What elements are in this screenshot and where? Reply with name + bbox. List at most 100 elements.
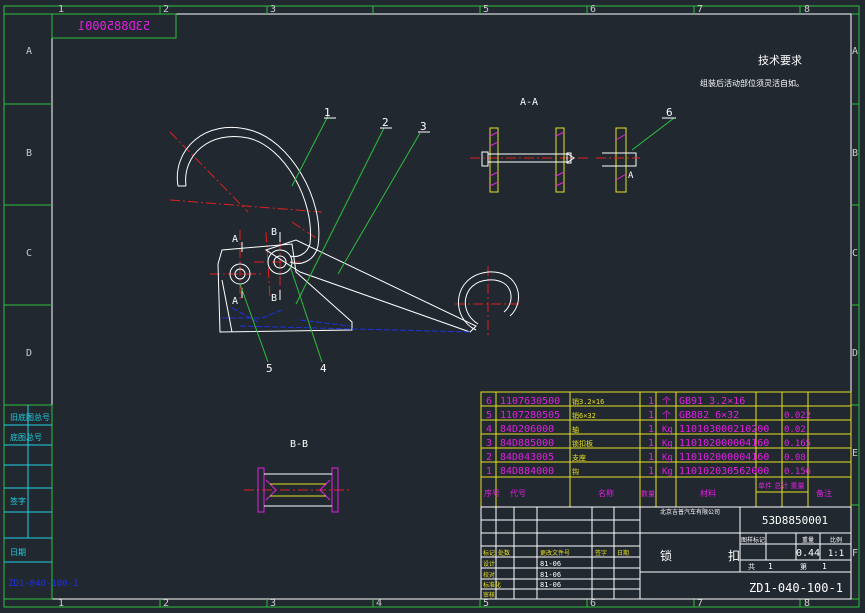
- side-label: 签字: [10, 496, 26, 506]
- bom-cell-qty: 1: [648, 424, 654, 435]
- section-mark: B: [271, 293, 277, 304]
- bom-cell-qty: 1: [648, 396, 654, 407]
- row-label: B: [26, 148, 32, 159]
- col-label: 5: [483, 598, 489, 609]
- bom-cell-qty: 1: [648, 452, 654, 463]
- bom-header-qty: 数量: [641, 489, 655, 498]
- col-label: 3: [270, 598, 276, 609]
- col-label: 2: [163, 598, 169, 609]
- bom-cell-name: 轴: [572, 425, 579, 434]
- rev-label: 签字: [595, 549, 607, 557]
- bom-cell-wt: 0.156: [784, 467, 811, 477]
- bom-cell-no: 1: [486, 466, 492, 477]
- section-mark: B: [271, 227, 277, 238]
- bom-cell-wt: 0.165: [784, 439, 811, 449]
- col-label: 6: [590, 598, 596, 609]
- col-label: 3: [270, 4, 276, 15]
- row-label: F: [852, 548, 858, 559]
- bom-cell-name: 钩: [572, 467, 579, 476]
- sheet-label: 共: [748, 562, 755, 571]
- col-label: 2: [163, 4, 169, 15]
- company-name: 北京吉普汽车有限公司: [660, 508, 720, 516]
- row-label: C: [852, 248, 858, 259]
- col-label: 7: [697, 598, 703, 609]
- bom-cell-code: 84D884000: [500, 466, 554, 477]
- side-label: 旧底图总号: [10, 412, 50, 422]
- bom-cell-no: 5: [486, 410, 492, 421]
- bom-cell-code: 84D043005: [500, 452, 554, 463]
- row-label: B: [852, 148, 858, 159]
- col-label: 1: [58, 598, 64, 609]
- side-code: ZD1-040-100-1: [8, 579, 78, 589]
- bom-cell-name: 销6×32: [572, 411, 596, 420]
- bom-cell-unit: Kg: [662, 453, 673, 463]
- side-label: 底图总号: [10, 432, 42, 442]
- sheet-total: 1: [768, 562, 773, 571]
- section-aa-title: A-A: [520, 97, 538, 108]
- col-label: 4: [376, 598, 382, 609]
- callout-2: 2: [382, 116, 389, 129]
- bom-row: 3 84D885000 锁扣板 1 Kg 110102000004160 0.165: [486, 438, 811, 449]
- row-label: D: [26, 348, 32, 359]
- bom-cell-wt: 0.08: [784, 453, 806, 463]
- bom-header-no: 序号: [484, 488, 500, 498]
- stamp-code: 53D8850001: [78, 19, 150, 33]
- bom-cell-unit: Kg: [662, 425, 673, 435]
- tech-title: 技术要求: [758, 54, 802, 67]
- date-value: 81-06: [540, 581, 561, 589]
- section-mark: A: [232, 296, 238, 307]
- col-head: 重量: [802, 536, 814, 544]
- col-label: 8: [804, 4, 810, 15]
- bom-cell-name: 支座: [572, 453, 586, 462]
- section-mark: A: [232, 234, 238, 245]
- callout-5: 5: [266, 362, 273, 375]
- col-head: 比例: [830, 536, 842, 544]
- row-label: A: [852, 46, 858, 57]
- role-label: 校对: [483, 571, 495, 579]
- sheet-no: 1: [822, 562, 827, 571]
- bom-cell-wt: 0.02: [784, 425, 806, 435]
- row-label: A: [26, 46, 32, 57]
- bom-cell-qty: 1: [648, 410, 654, 421]
- bom-header-name: 名称: [598, 488, 614, 498]
- bom-cell-unit: 个: [662, 410, 671, 421]
- row-label: C: [26, 248, 32, 259]
- bom-cell-no: 6: [486, 396, 492, 407]
- section-mark: A: [628, 171, 634, 181]
- col-label: 5: [483, 4, 489, 15]
- cad-drawing: 1 2 3 5 6 7 8 1 2 3 4 5 6 7 8 A B C D A …: [0, 0, 865, 613]
- bom-cell-std: 110102030562000: [679, 466, 769, 477]
- bom-row: 1 84D884000 钩 1 Kg 110102030562000 0.156: [486, 466, 811, 477]
- part-name: 锁: [660, 548, 672, 563]
- bom-cell-wt: 0.022: [784, 411, 811, 421]
- bom-cell-code: 84D206000: [500, 424, 554, 435]
- bom-cell-code: 1107280505: [500, 410, 560, 421]
- part-name-2: 扣: [728, 549, 740, 563]
- callout-4: 4: [320, 362, 327, 375]
- bom-cell-name: 锁扣板: [572, 439, 593, 448]
- col-head: 图样标记: [741, 536, 765, 544]
- col-label: 6: [590, 4, 596, 15]
- rev-label: 日期: [617, 549, 629, 557]
- bom-cell-code: 84D885000: [500, 438, 554, 449]
- bom-cell-std: 110102000004160: [679, 452, 769, 463]
- bom-cell-no: 4: [486, 424, 492, 435]
- bom-cell-no: 2: [486, 452, 492, 463]
- bom-cell-name: 销3.2×16: [572, 397, 604, 406]
- section-bb-title: B-B: [290, 439, 308, 450]
- bom-cell-unit: 个: [662, 396, 671, 407]
- scale-value: 1:1: [828, 549, 844, 559]
- callout-3: 3: [420, 120, 427, 133]
- col-label: 1: [58, 4, 64, 15]
- bom-header-mat: 材料: [700, 488, 716, 498]
- role-label: 审核: [483, 591, 495, 599]
- date-value: 81-06: [540, 560, 561, 568]
- bom-cell-std: GB91 3.2×16: [679, 396, 745, 407]
- role-label: 标准化: [483, 581, 501, 589]
- date-value: 81-06: [540, 571, 561, 579]
- row-label: D: [852, 348, 858, 359]
- row-label: E: [852, 448, 858, 459]
- col-label: 8: [804, 598, 810, 609]
- bom-cell-std: 110102000004160: [679, 438, 769, 449]
- weight-value: 0.44: [796, 548, 820, 559]
